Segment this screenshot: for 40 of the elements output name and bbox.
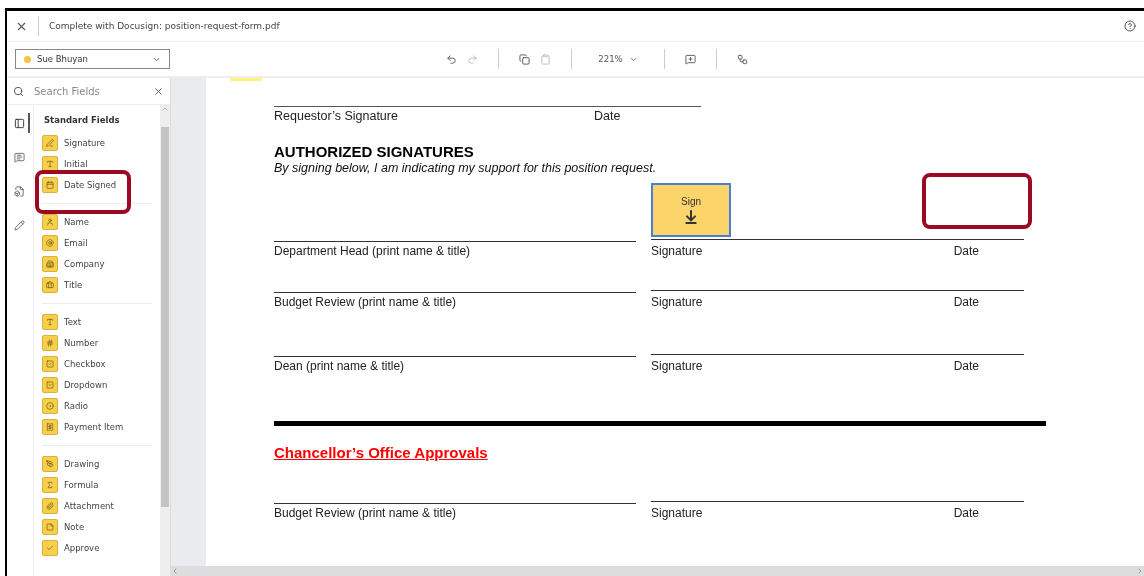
field-item[interactable]: Approve (42, 540, 152, 556)
print-name-label: Budget Review (print name & title) (274, 503, 636, 520)
field-item[interactable]: Payment Item (42, 419, 152, 435)
field-item[interactable]: Radio (42, 398, 152, 414)
field-item[interactable]: Date Signed (42, 177, 152, 193)
field-item[interactable]: Number (42, 335, 152, 351)
field-item[interactable]: Text (42, 314, 152, 330)
date-label: Date (953, 244, 979, 258)
field-item[interactable]: Checkbox (42, 356, 152, 372)
field-item[interactable]: Drawing (42, 456, 152, 472)
zoom-select[interactable]: 221% (592, 53, 644, 65)
print-name-label: Budget Review (print name & title) (274, 292, 636, 309)
signature-label: Signature (651, 359, 703, 373)
field-item[interactable]: Signature (42, 135, 152, 151)
sign-here-tag[interactable]: Sign (651, 183, 731, 237)
field-item[interactable]: Email (42, 235, 152, 251)
window-title: Complete with Docusign: position-request-form.pdf (49, 21, 281, 31)
print-name-label: Department Head (print name & title) (274, 241, 636, 258)
field-item[interactable]: Formula (42, 477, 152, 493)
section-heading: Chancellor’s Office Approvals (274, 444, 489, 461)
field-item[interactable]: Initial (42, 156, 152, 172)
section-title: Standard Fields (43, 114, 121, 127)
field-item[interactable]: Company (42, 256, 152, 272)
print-name-label: Dean (print name & title) (274, 356, 636, 373)
date-label: Date (953, 295, 979, 309)
section-heading: AUTHORIZED SIGNATURES (274, 143, 475, 160)
date-label: Date (594, 109, 621, 123)
field-item[interactable]: Note (42, 519, 152, 535)
signature-label: Signature (651, 244, 703, 258)
signature-label: Signature (651, 506, 703, 520)
field-item[interactable]: Attachment (42, 498, 152, 514)
field-item[interactable]: Title (42, 277, 152, 293)
signature-label: Signature (651, 295, 703, 309)
recipient-select[interactable]: Sue Bhuyan (15, 49, 170, 69)
field-item[interactable]: Dropdown (42, 377, 152, 393)
date-label: Date (953, 359, 979, 373)
section-subheading: By signing below, I am indicating my support for this position request. (274, 161, 658, 175)
requestor-signature-label: Requestor’s Signature (274, 109, 399, 123)
field-item[interactable]: Name (42, 214, 152, 230)
date-label: Date (953, 506, 979, 520)
